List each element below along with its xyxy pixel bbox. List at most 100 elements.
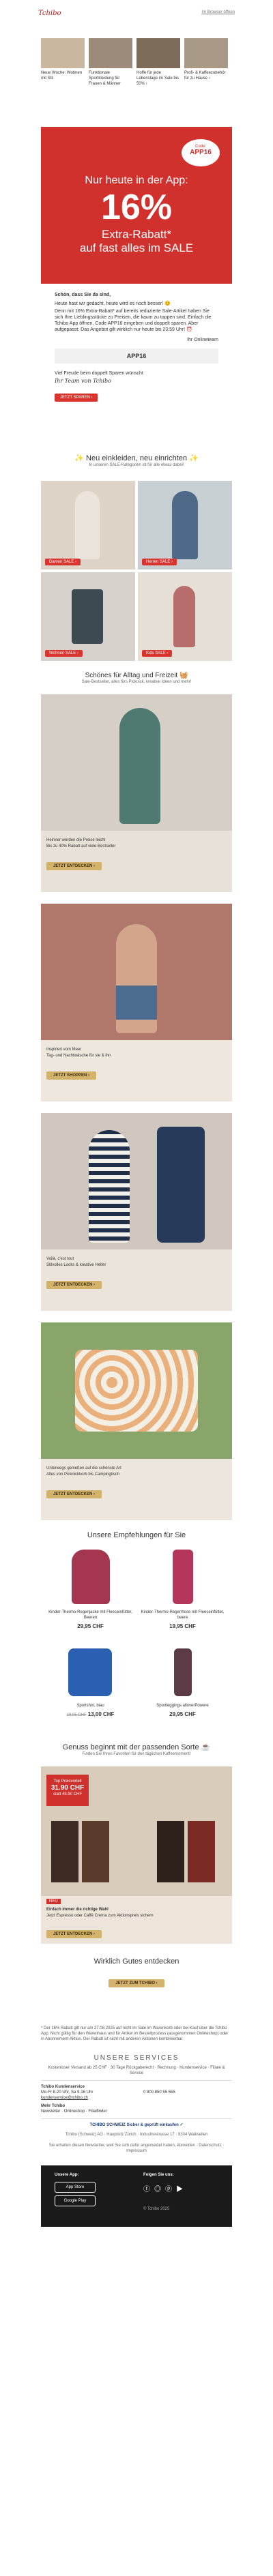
facebook-icon[interactable]: ⓕ <box>143 2186 154 2193</box>
product-price: 29,95 CHF <box>77 1623 104 1629</box>
category-label[interactable]: Wohnen SALE › <box>45 650 83 657</box>
hero-line1: Nur heute in der App: <box>85 175 188 186</box>
coffee-heading: Genuss beginnt mit der passenden Sorte ☕… <box>0 1743 273 1763</box>
discover-button[interactable]: JETZT ENTDECKEN › <box>46 1490 102 1498</box>
pants-figure <box>116 986 157 1020</box>
product-card[interactable]: Sportleggings alloverPowere 29,95 CHF <box>140 1646 225 1734</box>
discover-button[interactable]: JETZT ENTDECKEN › <box>46 862 102 870</box>
email-page: Tchibo Im Browser öffnen Neue Woche: Woh… <box>0 0 273 2576</box>
more-links[interactable]: Newsletter · Onlineshop · Filialfinder <box>41 2109 107 2114</box>
product-old-price: 19,95 CHF <box>66 1713 87 1717</box>
feature-image <box>41 1113 232 1249</box>
app-social-bar: Unsere App: App Store Google Play Folgen… <box>41 2165 232 2227</box>
phone-number[interactable]: 0 800 850 55 555 <box>143 2090 175 2095</box>
feature-image <box>41 694 232 831</box>
recommend-heading: Unsere Empfehlungen für Sie <box>0 1531 273 1545</box>
nav-tile-image <box>184 38 228 68</box>
coffee-card[interactable]: Top Preisvorteil 31.90 CHF statt 45.90 C… <box>41 1766 232 1944</box>
copyright: © Tchibo 2025 <box>143 2207 170 2211</box>
product-image <box>68 1648 112 1696</box>
services-list[interactable]: Kostenloser Versand ab 25 CHF · 30 Tage … <box>41 2065 232 2076</box>
product-card[interactable]: Sportshirt, blau 19,95 CHF 13,00 CHF <box>48 1646 133 1734</box>
badge-line1: Top Preisvorteil <box>53 1779 82 1783</box>
social-title: Folgen Sie uns: <box>143 2173 174 2177</box>
product-card[interactable]: Kinder-Thermo-Regenjacke mit Fleeceinfüt… <box>48 1547 133 1646</box>
instagram-icon[interactable]: ◎ <box>154 2186 165 2193</box>
nav-tile-label: Hoffe für jede Lebenslage im Sale bis 50… <box>136 71 179 86</box>
promo-code-box[interactable]: APP16 <box>55 349 218 364</box>
code-value: APP16 <box>190 149 212 156</box>
category-label[interactable]: Damen SALE › <box>45 559 81 565</box>
category-label[interactable]: Herren SALE › <box>142 559 177 565</box>
nav-tiles: Neue Woche: Wohnen mit Stil Funktionale … <box>0 25 273 106</box>
model-figure <box>89 1130 130 1243</box>
app-store-button[interactable]: App Store <box>55 2182 96 2193</box>
feature-text2: Bis zu 40% Rabatt auf viele Bestseller <box>46 844 116 848</box>
categories-subtitle: In unseren SALE-Kategorien ist für alle … <box>89 463 184 467</box>
intro-p2: Denn mit 16% Extra-Rabatt* auf bereits r… <box>55 309 212 332</box>
pinterest-icon[interactable]: ⓟ <box>165 2186 176 2193</box>
coffee-bag <box>51 1821 78 1882</box>
features-subtitle: Sale-Bestseller, alles fürs Picknick, kr… <box>81 680 192 684</box>
feature-text2: Alles von Picknickkorb bis Campingtisch <box>46 1472 120 1477</box>
product-card[interactable]: Kinder-Thermo-Regenhose mit Fleeceinfütt… <box>140 1547 225 1646</box>
category-label[interactable]: Kids SALE › <box>142 650 173 657</box>
code-badge: Code: APP16 <box>182 139 220 166</box>
feature-card[interactable]: Unterwegs genießen auf die schönste Art … <box>41 1322 232 1520</box>
intro-text: Schön, dass Sie da sind, Heute hast wir … <box>41 286 232 443</box>
contact-email[interactable]: kundenservice@tchibo.ch <box>41 2095 88 2101</box>
picnic-bag-figure <box>75 1350 198 1432</box>
nav-tile-label: Neue Woche: Wohnen mit Stil <box>41 71 83 80</box>
categories-heading: ✨ Neu einkleiden, neu einrichten ✨ In un… <box>0 454 273 474</box>
footer: * Der 16% Rabatt gilt nur am 27.08.2025 … <box>0 2019 273 2576</box>
trusted-shop-badge: TCHIBO SCHWEIZ Sicher & geprüft einkaufe… <box>89 2123 184 2127</box>
coat-figure <box>157 1127 205 1243</box>
youtube-icon[interactable]: ▶ <box>176 2186 187 2193</box>
feature-text2: Tag- und Nachtwäsche für sie & ihn <box>46 1054 111 1058</box>
open-in-browser-link[interactable]: Im Browser öffnen <box>201 10 235 14</box>
hero-banner[interactable]: Code: APP16 Nur heute in der App: 16% Ex… <box>41 127 232 284</box>
product-name: Kinder-Thermo-Regenhose mit Fleeceinfütt… <box>141 1610 225 1620</box>
model-figure <box>75 491 100 559</box>
category-card[interactable]: Herren SALE › <box>138 481 232 569</box>
greeting: Schön, dass Sie da sind, <box>55 293 111 297</box>
header: Tchibo Im Browser öffnen <box>0 0 273 25</box>
feature-text1: Inspiriert vom Meer <box>46 1048 82 1052</box>
discover-coffee-button[interactable]: JETZT ENTDECKEN › <box>46 1930 102 1938</box>
feature-card[interactable]: Inspiriert vom Meer Tag- und Nachtwäsche… <box>41 904 232 1101</box>
feature-text1: Heinner werden die Preise leicht <box>46 838 106 842</box>
feature-card[interactable]: Voilà, c'est tout Stilvolles Looks & kre… <box>41 1113 232 1311</box>
coffee-text1: Einfach immer die richtige Wahl <box>46 1908 109 1912</box>
furniture-figure <box>72 589 103 644</box>
hero-line2: Extra-Rabatt* <box>101 228 172 241</box>
nav-tile[interactable]: Hoffe für jede Lebenslage im Sale bis 50… <box>136 38 180 87</box>
google-play-button[interactable]: Google Play <box>55 2195 96 2206</box>
nav-tile[interactable]: Neue Woche: Wohnen mit Stil <box>41 38 85 81</box>
recommend-title: Unsere Empfehlungen für Sie <box>87 1531 186 1539</box>
brand-logo[interactable]: Tchibo <box>38 10 61 17</box>
category-card[interactable]: Wohnen SALE › <box>41 572 135 661</box>
shop-button[interactable]: JETZT SHOPPEN › <box>46 1071 97 1080</box>
coffee-subtitle: Finden Sie Ihren Favoriten für den tägli… <box>82 1752 191 1756</box>
nav-tile[interactable]: Profi- & Kaffeezubehör für zu Hause › <box>184 38 228 81</box>
contact-hours: Mo-Fr 8-20 Uhr, Sa 9-16 Uhr <box>41 2090 94 2094</box>
nav-tile-label: Funktionale Sportkleidung für Frauen & M… <box>89 71 121 86</box>
unsubscribe-text[interactable]: Sie erhalten diesen Newsletter, weil Sie… <box>41 2143 232 2154</box>
nav-tile[interactable]: Funktionale Sportkleidung für Frauen & M… <box>89 38 132 87</box>
product-name: Kinder-Thermo-Regenjacke mit Fleeceinfüt… <box>48 1610 132 1620</box>
model-figure <box>172 491 198 559</box>
signature: Ihr Team von Tchibo <box>55 378 111 384</box>
badge-line3: statt 45.90 CHF <box>53 1792 83 1796</box>
legal-text: * Der 16% Rabatt gilt nur am 27.08.2025 … <box>41 2026 229 2041</box>
discover-button[interactable]: JETZT ENTDECKEN › <box>46 1281 102 1289</box>
save-now-button[interactable]: JETZT SPAREN › <box>55 394 98 402</box>
category-card[interactable]: Damen SALE › <box>41 481 135 569</box>
discover-section: Wirklich Gutes entdecken JETZT ZUM TCHIB… <box>0 1957 273 2005</box>
category-card[interactable]: Kids SALE › <box>138 572 232 661</box>
product-name: Sportleggings alloverPowere <box>156 1704 209 1708</box>
to-tchibo-button[interactable]: JETZT ZUM TCHIBO › <box>109 1979 164 1987</box>
badge-line2: 31.90 CHF <box>51 1784 85 1792</box>
feature-card[interactable]: Heinner werden die Preise leicht Bis zu … <box>41 694 232 892</box>
app-title: Unsere App: <box>55 2173 79 2177</box>
hero-percent: 16% <box>100 188 173 227</box>
